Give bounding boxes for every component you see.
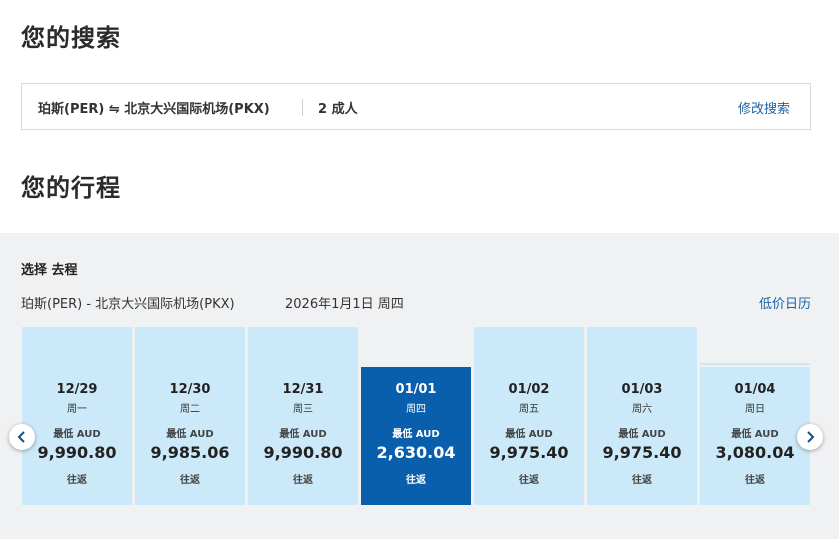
calendar-day-3[interactable]: 01/01 周四最低 AUD 2,630.04 往返: [361, 327, 471, 505]
day-date: 01/02: [508, 382, 550, 397]
day-date: 01/01: [395, 382, 437, 397]
fare-label: 最低 AUD: [618, 429, 666, 440]
calendar-day-card[interactable]: 12/29 周一最低 AUD 9,990.80 往返: [22, 367, 132, 505]
day-weekday: 周六: [632, 404, 652, 415]
trip-type: 往返: [67, 475, 87, 486]
chevron-left-icon: [17, 431, 25, 443]
low-fare-calendar-link[interactable]: 低价日历: [759, 293, 811, 312]
day-weekday: 周五: [519, 404, 539, 415]
search-route: 珀斯(PER) ⇋ 北京大兴国际机场(PKX): [38, 102, 270, 117]
trip-type: 往返: [632, 475, 652, 486]
calendar-day-0[interactable]: 12/29 周一最低 AUD 9,990.80 往返: [22, 327, 132, 505]
fare-level-bar: [700, 363, 810, 365]
trip-type: 往返: [406, 475, 426, 486]
fare-label: 最低 AUD: [392, 429, 440, 440]
itinerary-section: 选择 去程 珀斯(PER) - 北京大兴国际机场(PKX) 2026年1月1日 …: [0, 233, 839, 539]
fare-label: 最低 AUD: [731, 429, 779, 440]
trip-route: 珀斯(PER) - 北京大兴国际机场(PKX): [21, 297, 235, 312]
search-section: 您的搜索 珀斯(PER) ⇋ 北京大兴国际机场(PKX) 2 成人 修改搜索 您…: [0, 0, 839, 233]
fare-price: 9,990.80: [263, 443, 343, 462]
fare-level-bar: [135, 327, 245, 367]
calendar-day-card[interactable]: 01/01 周四最低 AUD 2,630.04 往返: [361, 367, 471, 505]
modify-search-link[interactable]: 修改搜索: [738, 98, 790, 117]
trip-date: 2026年1月1日 周四: [285, 297, 404, 312]
fare-label: 最低 AUD: [53, 429, 101, 440]
day-date: 12/30: [169, 382, 211, 397]
calendar-day-card[interactable]: 01/03 周六最低 AUD 9,975.40 往返: [587, 367, 697, 505]
calendar-day-card[interactable]: 01/02 周五最低 AUD 9,975.40 往返: [474, 367, 584, 505]
search-heading: 您的搜索: [21, 24, 121, 52]
fare-price: 9,990.80: [37, 443, 117, 462]
fare-level-bar: [22, 327, 132, 367]
select-outbound-label: 选择 去程: [21, 263, 78, 278]
calendar-day-6[interactable]: 01/04 周日最低 AUD 3,080.04 往返: [700, 327, 810, 505]
fare-calendar: 12/29 周一最低 AUD 9,990.80 往返 12/30 周二最低 AUD 9,98…: [22, 327, 812, 507]
itinerary-heading: 您的行程: [21, 174, 121, 202]
day-date: 12/31: [282, 382, 324, 397]
fare-level-bar: [587, 327, 697, 367]
calendar-day-5[interactable]: 01/03 周六最低 AUD 9,975.40 往返: [587, 327, 697, 505]
trip-type: 往返: [180, 475, 200, 486]
fare-price: 9,975.40: [602, 443, 682, 462]
day-date: 01/04: [734, 382, 776, 397]
calendar-day-card[interactable]: 12/31 周三最低 AUD 9,990.80 往返: [248, 367, 358, 505]
calendar-day-1[interactable]: 12/30 周二最低 AUD 9,985.06 往返: [135, 327, 245, 505]
fare-label: 最低 AUD: [166, 429, 214, 440]
day-weekday: 周三: [293, 404, 313, 415]
calendar-day-2[interactable]: 12/31 周三最低 AUD 9,990.80 往返: [248, 327, 358, 505]
search-summary-box: 珀斯(PER) ⇋ 北京大兴国际机场(PKX) 2 成人 修改搜索: [21, 83, 811, 130]
fare-price: 2,630.04: [376, 443, 456, 462]
calendar-day-card[interactable]: 01/04 周日最低 AUD 3,080.04 往返: [700, 367, 810, 505]
search-divider: [302, 99, 303, 116]
fare-price: 9,985.06: [150, 443, 230, 462]
calendar-next-button[interactable]: [797, 424, 823, 450]
fare-price: 9,975.40: [489, 443, 569, 462]
fare-label: 最低 AUD: [279, 429, 327, 440]
day-weekday: 周日: [745, 404, 765, 415]
trip-type: 往返: [745, 475, 765, 486]
calendar-prev-button[interactable]: [9, 424, 35, 450]
day-weekday: 周一: [67, 404, 87, 415]
fare-price: 3,080.04: [715, 443, 795, 462]
chevron-right-icon: [807, 431, 815, 443]
day-weekday: 周二: [180, 404, 200, 415]
fare-level-bar: [474, 327, 584, 367]
trip-type: 往返: [519, 475, 539, 486]
day-weekday: 周四: [406, 404, 426, 415]
calendar-day-card[interactable]: 12/30 周二最低 AUD 9,985.06 往返: [135, 367, 245, 505]
passenger-count: 2 成人: [318, 102, 358, 117]
day-date: 12/29: [56, 382, 98, 397]
fare-label: 最低 AUD: [505, 429, 553, 440]
trip-type: 往返: [293, 475, 313, 486]
fare-level-bar: [248, 327, 358, 367]
day-date: 01/03: [621, 382, 663, 397]
calendar-day-4[interactable]: 01/02 周五最低 AUD 9,975.40 往返: [474, 327, 584, 505]
